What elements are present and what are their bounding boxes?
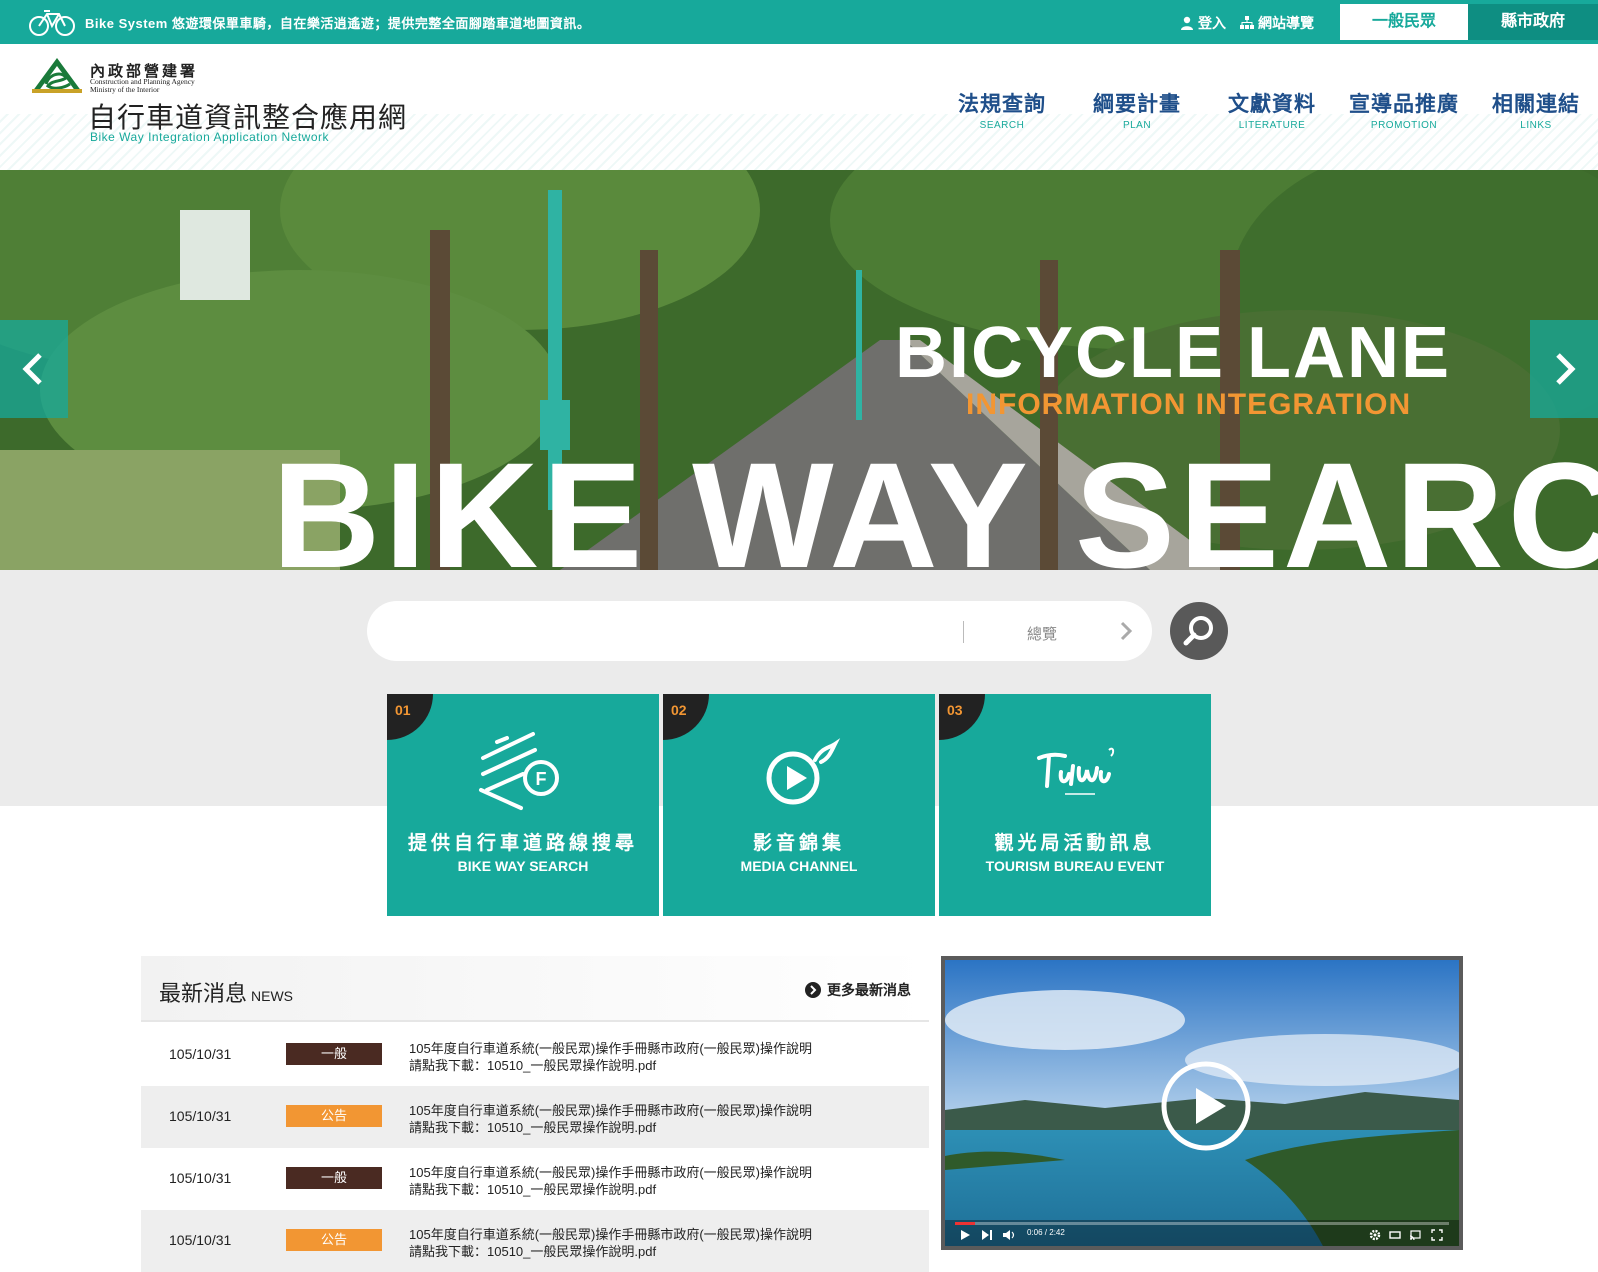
category-badge: 公告 (286, 1105, 382, 1127)
tile-number: 01 (395, 702, 411, 718)
category-badge: 一般 (286, 1167, 382, 1189)
user-icon (1181, 16, 1193, 30)
nav-sublabel: PLAN (1122, 120, 1152, 131)
tile-number: 02 (671, 702, 687, 718)
search-input[interactable] (395, 616, 935, 646)
tile-subtitle: MEDIA CHANNEL (740, 858, 858, 874)
news-row[interactable]: 105/10/31 公告 105年度自行車道系統(一般民眾)操作手冊縣市政府(一… (141, 1210, 929, 1272)
nav-plan[interactable]: 綱要計畫 PLAN (1093, 88, 1181, 131)
next-icon[interactable] (981, 1229, 993, 1241)
nav-label: 文獻資料 (1228, 93, 1316, 116)
sitemap-icon (1240, 16, 1254, 29)
login-label: 登入 (1198, 15, 1226, 31)
nav-label: 綱要計畫 (1093, 93, 1181, 116)
tab-public[interactable]: 一般民眾 (1340, 4, 1468, 40)
nav-sublabel: LINKS (1520, 120, 1552, 131)
volume-icon[interactable] (1003, 1229, 1015, 1241)
news-download[interactable]: 請點我下載：10510_一般民眾操作說明.pdf (409, 1055, 656, 1074)
more-news-label: 更多最新消息 (827, 982, 911, 998)
tile-bike-way-search[interactable]: 01 F 提供自行車道路線搜尋 BIKE WAY SEARCH (387, 694, 659, 916)
play-button-icon[interactable] (1160, 1060, 1252, 1152)
nav-sublabel: SEARCH (979, 120, 1025, 131)
carousel-prev-button[interactable] (0, 320, 68, 418)
taiwan-tourism-logo (1037, 747, 1115, 795)
nav-literature[interactable]: 文獻資料 LITERATURE (1228, 88, 1316, 131)
overview-link[interactable]: 總覽 (1027, 623, 1057, 644)
chevron-left-icon (22, 353, 42, 385)
theater-mode-icon[interactable] (1389, 1229, 1401, 1241)
sitemap-link[interactable]: 網站導覽 (1240, 13, 1314, 33)
nav-label: 宣導品推廣 (1349, 93, 1459, 116)
sitemap-label: 網站導覽 (1258, 15, 1314, 31)
hero-subheadline: INFORMATION INTEGRATION (966, 388, 1412, 421)
nav-sublabel: LITERATURE (1238, 120, 1306, 131)
video-progress-bar[interactable] (955, 1222, 1449, 1225)
tile-title: 影音錦集 (752, 833, 845, 854)
nav-search[interactable]: 法規查詢 SEARCH (958, 88, 1046, 131)
search-divider (963, 621, 964, 643)
news-date: 105/10/31 (169, 1232, 232, 1248)
news-row[interactable]: 105/10/31 一般 105年度自行車道系統(一般民眾)操作手冊縣市政府(一… (141, 1148, 929, 1210)
cast-icon[interactable] (1409, 1229, 1421, 1241)
chevron-right-icon[interactable] (1119, 621, 1133, 641)
nav-links[interactable]: 相關連結 LINKS (1492, 88, 1580, 131)
tile-tourism-bureau-event[interactable]: 03 觀光局活動訊息 TOURISM BUREAU EVENT (939, 694, 1211, 916)
news-row[interactable]: 105/10/31 公告 105年度自行車道系統(一般民眾)操作手冊縣市政府(一… (141, 1086, 929, 1148)
tile-media-channel[interactable]: 02 影音錦集 MEDIA CHANNEL (663, 694, 935, 916)
category-badge: 公告 (286, 1229, 382, 1251)
agency-logo-icon[interactable] (30, 56, 84, 94)
carousel-next-button[interactable] (1530, 320, 1598, 418)
news-row[interactable]: 105/10/31 一般 105年度自行車道系統(一般民眾)操作手冊縣市政府(一… (141, 1024, 929, 1086)
nav-promotion[interactable]: 宣導品推廣 PROMOTION (1349, 88, 1459, 131)
nav-label: 相關連結 (1492, 93, 1580, 116)
svg-text:F: F (536, 769, 547, 789)
news-date: 105/10/31 (169, 1046, 232, 1062)
media-play-icon (766, 738, 841, 805)
search-bar: 總覽 (367, 601, 1152, 661)
news-title-en: NEWS (251, 988, 294, 1004)
play-icon[interactable] (959, 1229, 971, 1241)
bike-way-search-icon: F (479, 732, 559, 810)
video-progress-fill (955, 1222, 975, 1225)
video-controls: 0:06 / 2:42 (945, 1220, 1459, 1246)
tile-title: 提供自行車道路線搜尋 (407, 833, 638, 854)
ministry-name-en: Ministry of the Interior (90, 85, 160, 94)
news-section: 最新消息 NEWS 更多最新消息 105/10/31 一般 105年度自行車道系統… (141, 956, 929, 1272)
search-icon (1183, 616, 1213, 646)
settings-gear-icon[interactable] (1369, 1229, 1381, 1241)
video-player[interactable]: 0:06 / 2:42 (941, 956, 1463, 1250)
news-download[interactable]: 請點我下載：10510_一般民眾操作說明.pdf (409, 1241, 656, 1260)
video-time: 0:06 / 2:42 (1027, 1228, 1065, 1237)
news-title: 最新消息 NEWS (159, 976, 293, 1008)
arrow-circle-icon (805, 982, 821, 998)
more-news-link[interactable]: 更多最新消息 (805, 980, 911, 1000)
tile-subtitle: TOURISM BUREAU EVENT (985, 858, 1165, 874)
tab-county-government[interactable]: 縣市政府 (1468, 4, 1598, 40)
news-download[interactable]: 請點我下載：10510_一般民眾操作說明.pdf (409, 1179, 656, 1198)
news-download[interactable]: 請點我下載：10510_一般民眾操作說明.pdf (409, 1117, 656, 1136)
site-header: 內政部營建署 Construction and Planning Agency … (0, 44, 1598, 170)
site-title-en: Bike Way Integration Application Network (90, 130, 329, 144)
hero-headline: BICYCLE LANE (895, 313, 1452, 393)
tile-subtitle: BIKE WAY SEARCH (457, 858, 589, 874)
category-badge: 一般 (286, 1043, 382, 1065)
news-date: 105/10/31 (169, 1108, 232, 1124)
tile-title: 觀光局活動訊息 (994, 833, 1156, 854)
hero-banner: BICYCLE LANE INFORMATION INTEGRATION BIK… (0, 170, 1598, 570)
tile-number: 03 (947, 702, 963, 718)
hero-big-title: BIKE WAY SEARCH (272, 431, 1598, 570)
nav-label: 法規查詢 (958, 93, 1046, 116)
news-header: 最新消息 NEWS 更多最新消息 (141, 956, 929, 1022)
login-link[interactable]: 登入 (1180, 13, 1226, 33)
top-bar: Bike System 悠遊環保單車騎，自在樂活逍遙遊；提供完整全面腳踏車道地圖… (0, 0, 1598, 44)
news-date: 105/10/31 (169, 1170, 232, 1186)
bicycle-icon (29, 10, 75, 36)
search-button[interactable] (1170, 602, 1228, 660)
chevron-right-icon (1556, 353, 1576, 385)
site-slogan: Bike System 悠遊環保單車騎，自在樂活逍遙遊；提供完整全面腳踏車道地圖… (85, 16, 591, 31)
nav-sublabel: PROMOTION (1370, 120, 1438, 131)
news-title-zh: 最新消息 (159, 981, 248, 1006)
fullscreen-icon[interactable] (1431, 1229, 1443, 1241)
